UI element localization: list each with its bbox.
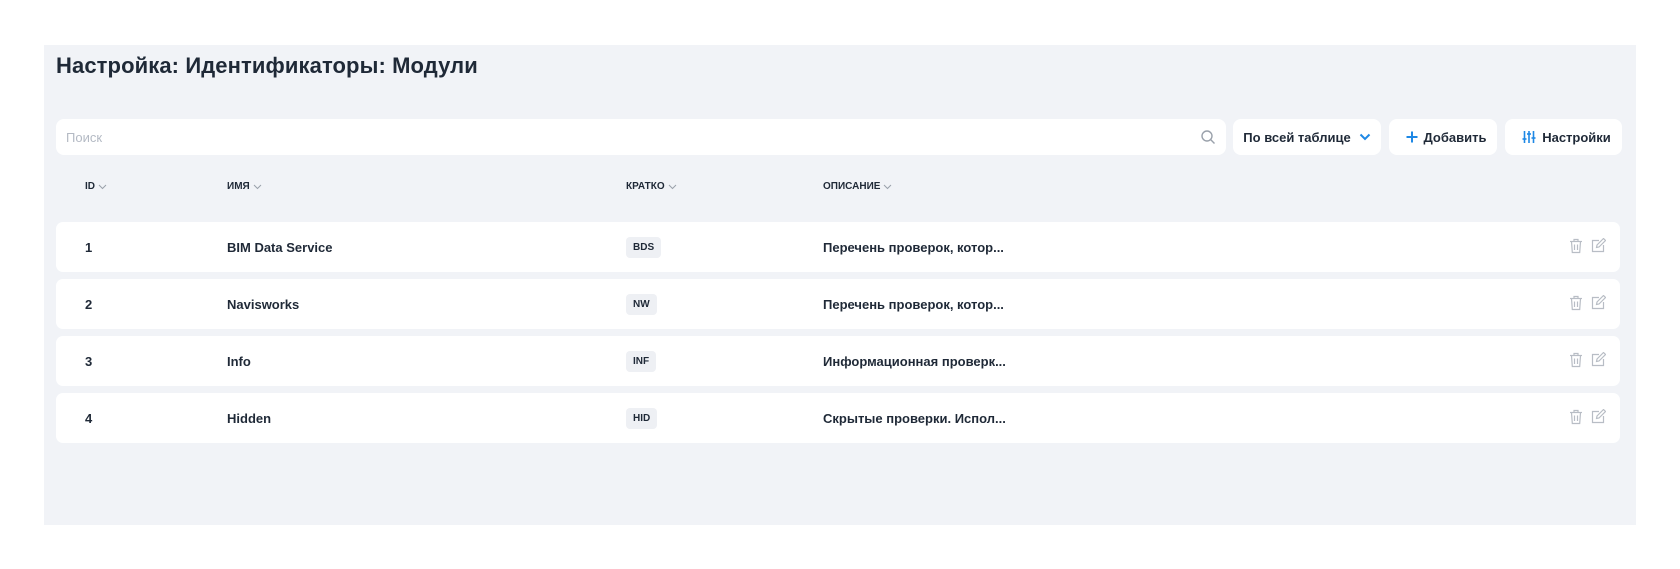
edit-icon[interactable] [1590, 295, 1606, 311]
chevron-down-icon [1359, 133, 1371, 141]
table-row[interactable]: 2 Navisworks NW Перечень проверок, котор… [56, 279, 1620, 329]
short-badge: HID [626, 407, 658, 429]
cell-id: 2 [85, 296, 93, 312]
column-header-label: КРАТКО [626, 181, 665, 192]
content-panel: Настройка: Идентификаторы: Модули По все… [44, 45, 1636, 525]
search-scope-dropdown[interactable]: По всей таблице [1233, 119, 1381, 155]
table-row[interactable]: 4 Hidden HID Скрытые проверки. Испол... [56, 393, 1620, 443]
column-header-label: ID [85, 181, 95, 192]
trash-icon[interactable] [1569, 238, 1583, 254]
cell-short: BDS [626, 222, 662, 272]
column-header-name[interactable]: ИМЯ [227, 181, 262, 192]
edit-icon[interactable] [1590, 409, 1606, 425]
cell-name: BIM Data Service [227, 239, 333, 255]
cell-short: NW [626, 279, 657, 329]
settings-button-label: Настройки [1542, 129, 1611, 145]
cell-description: Перечень проверок, котор... [823, 239, 1004, 255]
sort-chevron-icon [98, 184, 107, 190]
row-actions [1569, 409, 1606, 425]
row-actions [1569, 295, 1606, 311]
plus-icon [1406, 131, 1418, 143]
table-row[interactable]: 1 BIM Data Service BDS Перечень проверок… [56, 222, 1620, 272]
cell-short: INF [626, 336, 657, 386]
sort-chevron-icon [883, 184, 892, 190]
cell-name: Hidden [227, 410, 272, 426]
table-row[interactable]: 3 Info INF Информационная проверк... [56, 336, 1620, 386]
search-icon[interactable] [1200, 129, 1216, 145]
add-button-label: Добавить [1423, 129, 1487, 145]
row-actions [1569, 352, 1606, 368]
cell-description: Скрытые проверки. Испол... [823, 410, 1006, 426]
cell-id: 1 [85, 239, 93, 255]
search-scope-label: По всей таблице [1243, 129, 1351, 145]
sort-chevron-icon [253, 184, 262, 190]
column-header-label: ОПИСАНИЕ [823, 181, 881, 192]
column-header-description[interactable]: ОПИСАНИЕ [823, 181, 892, 192]
edit-icon[interactable] [1590, 352, 1606, 368]
trash-icon[interactable] [1569, 409, 1583, 425]
table-header: ID ИМЯ КРАТКО ОПИСАНИЕ [56, 181, 1620, 199]
search-input[interactable] [56, 119, 1176, 155]
trash-icon[interactable] [1569, 352, 1583, 368]
cell-short: HID [626, 393, 658, 443]
short-badge: BDS [626, 236, 662, 258]
column-header-label: ИМЯ [227, 181, 250, 192]
cell-description: Перечень проверок, котор... [823, 296, 1004, 312]
cell-description: Информационная проверк... [823, 353, 1006, 369]
trash-icon[interactable] [1569, 295, 1583, 311]
search-box [56, 119, 1226, 155]
settings-button[interactable]: Настройки [1505, 119, 1622, 155]
short-badge: INF [626, 350, 657, 372]
cell-id: 4 [85, 410, 93, 426]
add-button[interactable]: Добавить [1389, 119, 1497, 155]
column-header-short[interactable]: КРАТКО [626, 181, 677, 192]
page-title: Настройка: Идентификаторы: Модули [56, 53, 478, 78]
edit-icon[interactable] [1590, 238, 1606, 254]
cell-name: Navisworks [227, 296, 300, 312]
column-header-id[interactable]: ID [85, 181, 107, 192]
toolbar: По всей таблице Добавить [56, 119, 1622, 155]
row-actions [1569, 238, 1606, 254]
sort-chevron-icon [668, 184, 677, 190]
cell-name: Info [227, 353, 251, 369]
short-badge: NW [626, 293, 657, 315]
sliders-icon [1522, 130, 1536, 144]
cell-id: 3 [85, 353, 93, 369]
